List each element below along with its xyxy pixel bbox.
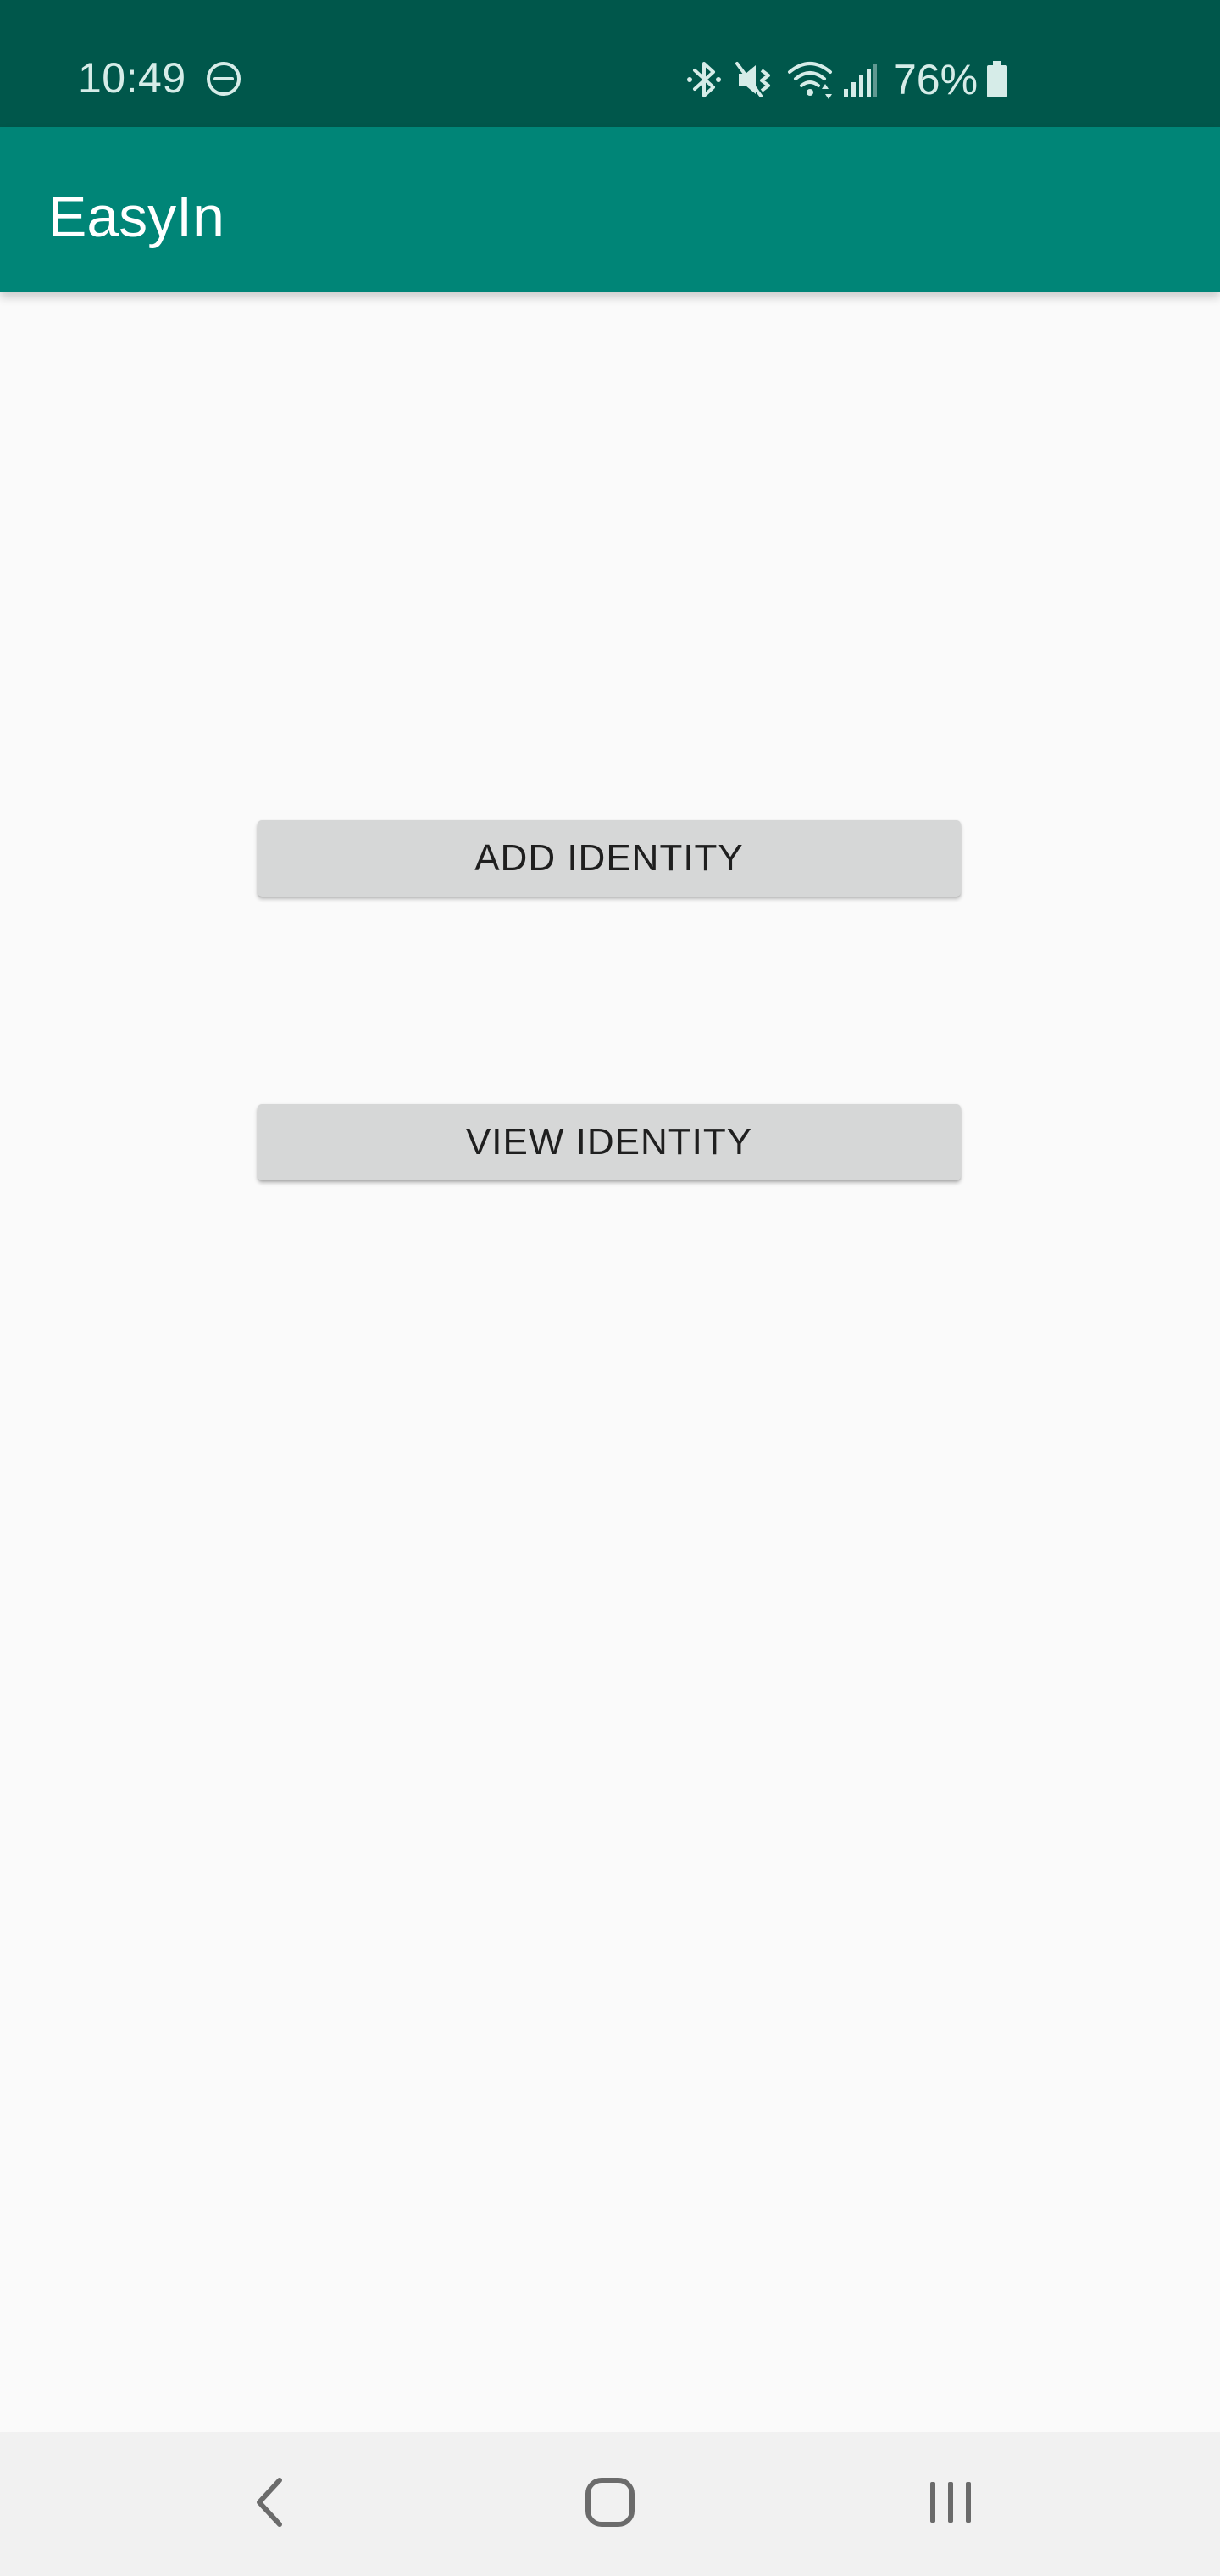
status-bar: 10:49 76%	[0, 0, 1220, 127]
wifi-icon	[786, 58, 834, 101]
home-button[interactable]	[525, 2432, 695, 2576]
app-title: EasyIn	[48, 185, 225, 249]
muted-icon	[735, 58, 774, 101]
back-button[interactable]	[185, 2432, 354, 2576]
do-not-disturb-icon	[206, 61, 241, 97]
app-bar: EasyIn	[0, 127, 1220, 292]
bluetooth-icon	[685, 58, 724, 101]
recent-apps-icon	[925, 2477, 976, 2532]
recent-apps-button[interactable]	[866, 2432, 1035, 2576]
signal-icon	[842, 58, 878, 101]
add-identity-button[interactable]: ADD IDENTITY	[258, 820, 961, 897]
view-identity-button[interactable]: VIEW IDENTITY	[258, 1104, 961, 1180]
main-content	[0, 292, 1220, 2432]
status-icons: 76%	[685, 56, 1008, 103]
home-icon	[583, 2475, 637, 2534]
status-time: 10:49	[78, 54, 186, 102]
battery-percent: 76%	[893, 56, 979, 103]
back-icon	[252, 2475, 286, 2534]
navigation-bar	[0, 2432, 1220, 2576]
battery-icon	[986, 61, 1008, 98]
